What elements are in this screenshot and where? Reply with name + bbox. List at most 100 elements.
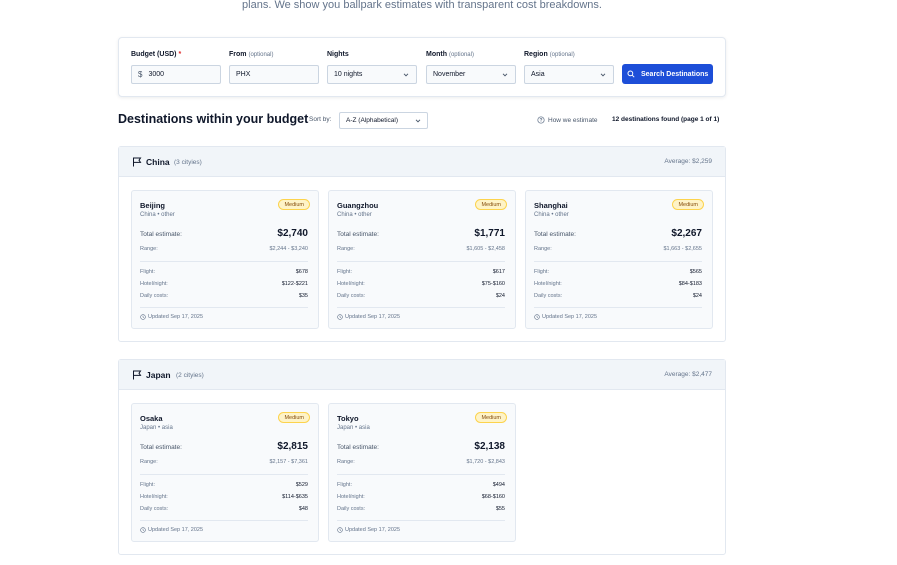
cost-level-badge: Medium [475,199,507,210]
budget-label: Budget (USD) [131,51,177,58]
hotel-label: Hotel/night: [337,494,365,500]
nights-label: Nights [327,51,349,58]
destination-card[interactable]: Shanghai China • other Medium Total esti… [525,190,713,329]
updated-info: Updated Sep 17, 2025 [534,314,597,320]
hotel-label: Hotel/night: [140,281,168,287]
group-city-count: (2 cityies) [176,372,204,379]
flight-cost: $494 [492,482,505,488]
daily-cost: $55 [495,506,505,512]
divider [337,520,505,521]
daily-label: Daily costs: [140,506,169,512]
daily-label: Daily costs: [337,506,366,512]
total-label: Total estimate: [140,444,182,451]
range-label: Range: [534,246,552,252]
range-value: $1,663 - $2,655 [663,246,702,252]
total-label: Total estimate: [337,444,379,451]
how-link-label: How we estimate [548,116,598,124]
flag-icon [133,370,142,380]
updated-text: Updated Sep 17, 2025 [148,527,204,533]
range-label: Range: [140,459,158,465]
updated-info: Updated Sep 17, 2025 [140,527,203,533]
month-label: Month [426,51,447,58]
page-subtitle: plans. We show you ballpark estimates wi… [242,0,602,11]
daily-cost: $24 [495,293,505,299]
flight-label: Flight: [337,482,352,488]
cost-level-badge: Medium [278,199,310,210]
from-input[interactable]: PHX [229,65,319,84]
optional-tag: (optional) [448,52,474,58]
country-group: Japan (2 cityies) Average: $2,477 Osaka … [118,359,726,555]
total-label: Total estimate: [140,231,182,238]
card-city: Osaka [140,414,163,423]
divider [337,307,505,308]
budget-value: 3000 [148,71,165,78]
budget-input[interactable]: $ 3000 [131,65,221,84]
destination-card[interactable]: Tokyo Japan • asia Medium Total estimate… [328,403,516,542]
region-value: Asia [531,71,545,78]
range-value: $1,605 - $2,458 [466,246,505,252]
total-estimate: $2,815 [277,441,308,452]
total-label: Total estimate: [534,231,576,238]
range-value: $2,244 - $3,240 [269,246,308,252]
flag-icon [133,157,142,167]
group-average: Average: $2,477 [664,371,712,378]
flight-cost: $529 [295,482,308,488]
nights-select[interactable]: 10 nights [327,65,417,84]
daily-cost: $24 [692,293,702,299]
updated-text: Updated Sep 17, 2025 [345,527,401,533]
daily-label: Daily costs: [534,293,563,299]
optional-tag: (optional) [248,52,274,58]
chevron-down-icon [415,119,421,123]
hotel-cost: $122-$221 [281,281,308,287]
clock-icon [337,314,343,320]
flight-label: Flight: [534,269,549,275]
from-field: From (optional) PHX [229,51,319,84]
total-estimate: $2,740 [277,228,308,239]
destination-card[interactable]: Osaka Japan • asia Medium Total estimate… [131,403,319,542]
group-name: Japan [146,370,171,380]
results-title: Destinations within your budget [118,112,309,126]
nights-value: 10 nights [334,71,363,78]
sort-value: A-Z (Alphabetical) [346,117,399,124]
card-region: Japan • asia [140,425,173,431]
clock-icon [337,527,343,533]
divider [140,520,308,521]
clock-icon [534,314,540,320]
region-label: Region [524,51,548,58]
help-circle-icon [537,116,545,124]
daily-label: Daily costs: [337,293,366,299]
from-label: From [229,51,247,58]
destination-card[interactable]: Beijing China • other Medium Total estim… [131,190,319,329]
daily-cost: $48 [298,506,308,512]
group-city-count: (3 cityies) [174,159,202,166]
search-destinations-button[interactable]: Search Destinations [622,64,713,84]
group-header: Japan (2 cityies) Average: $2,477 [119,360,725,390]
optional-tag: (optional) [549,52,575,58]
updated-info: Updated Sep 17, 2025 [337,527,400,533]
hotel-label: Hotel/night: [534,281,562,287]
cost-level-badge: Medium [475,412,507,423]
hotel-cost: $75-$160 [481,281,505,287]
budget-field: Budget (USD) * $ 3000 [131,51,221,84]
month-value: November [433,71,466,78]
results-count: 12 destinations found (page 1 of 1) [612,116,720,123]
region-select[interactable]: Asia [524,65,614,84]
chevron-down-icon [403,72,409,76]
chevron-down-icon [502,72,508,76]
flight-cost: $617 [492,269,505,275]
hotel-cost: $68-$160 [481,494,505,500]
range-label: Range: [337,459,355,465]
sort-select[interactable]: A-Z (Alphabetical) [339,112,428,129]
search-form: Budget (USD) * $ 3000 From (optional) PH… [118,37,726,97]
how-we-estimate-link[interactable]: How we estimate [537,116,598,124]
group-average: Average: $2,259 [664,158,712,165]
destination-card[interactable]: Guangzhou China • other Medium Total est… [328,190,516,329]
month-select[interactable]: November [426,65,516,84]
flight-cost: $565 [689,269,702,275]
updated-info: Updated Sep 17, 2025 [140,314,203,320]
range-label: Range: [140,246,158,252]
divider [337,474,505,475]
card-city: Guangzhou [337,201,379,210]
total-label: Total estimate: [337,231,379,238]
divider [534,261,702,262]
